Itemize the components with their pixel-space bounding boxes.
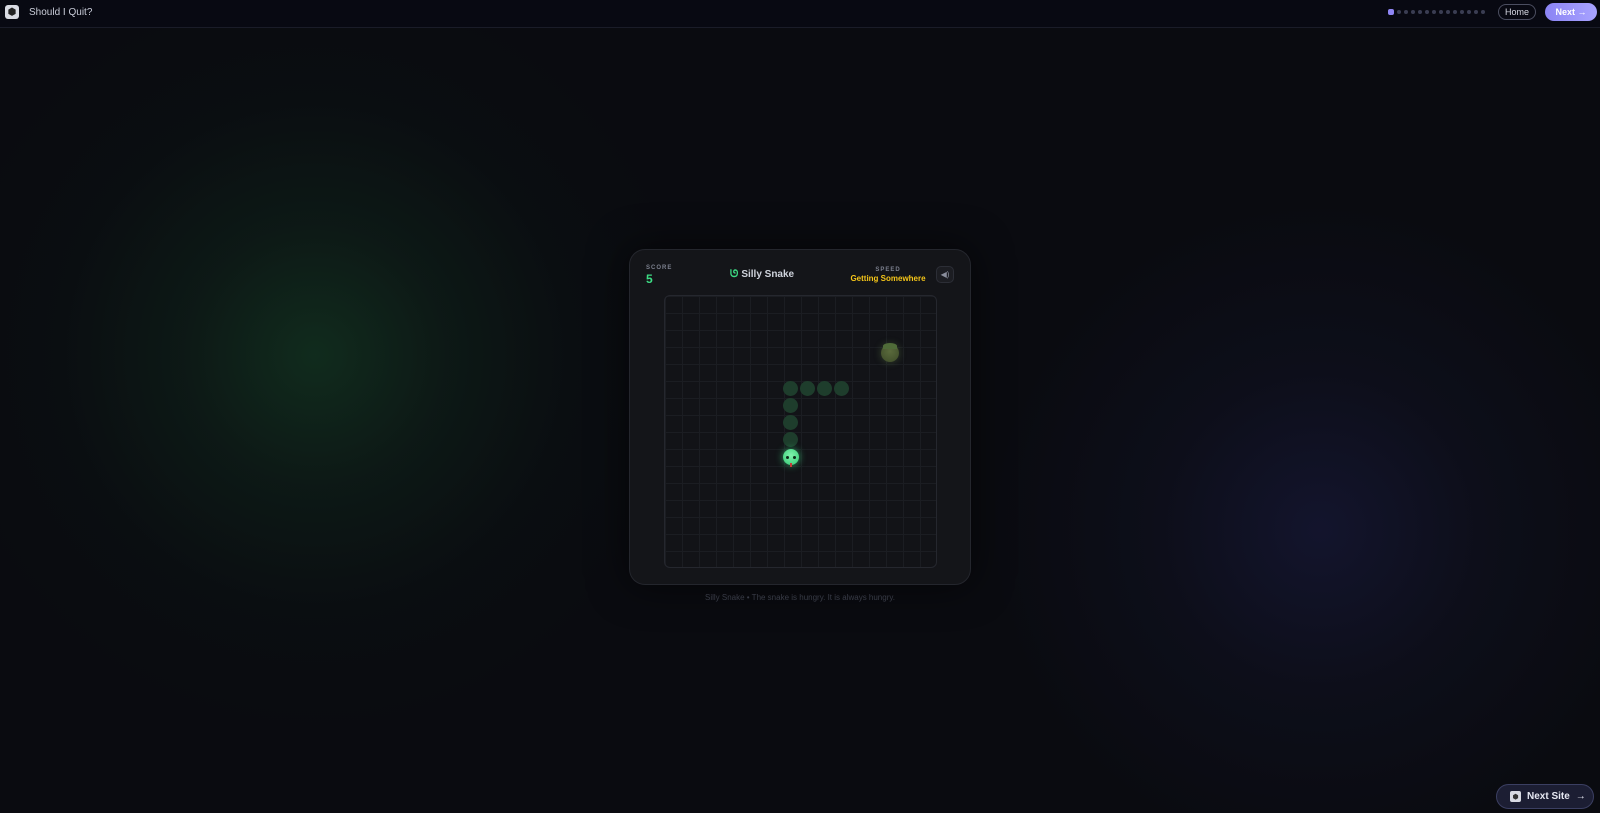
progress-dot xyxy=(1453,10,1457,14)
snake-segment xyxy=(783,415,798,430)
progress-dot xyxy=(1411,10,1415,14)
snake-segment xyxy=(783,432,798,447)
next-site-label: Next Site xyxy=(1527,791,1570,802)
progress-dot xyxy=(1439,10,1443,14)
progress-dot-active xyxy=(1388,9,1394,15)
snake-segment xyxy=(783,381,798,396)
game-board[interactable] xyxy=(664,295,937,568)
snake-head xyxy=(783,449,799,467)
snake-segment xyxy=(800,381,815,396)
progress-dot xyxy=(1418,10,1422,14)
snake-icon: ᘎ xyxy=(730,269,739,280)
arrow-right-icon: → xyxy=(1575,791,1586,802)
site-title[interactable]: Should I Quit? xyxy=(29,7,92,18)
snake-tongue xyxy=(790,463,792,467)
score-value: 5 xyxy=(646,272,653,286)
progress-dot xyxy=(1481,10,1485,14)
progress-dot xyxy=(1474,10,1478,14)
progress-dot xyxy=(1446,10,1450,14)
game-title: ᘎ Silly Snake xyxy=(730,269,810,280)
progress-dot xyxy=(1432,10,1436,14)
progress-dot xyxy=(1425,10,1429,14)
game-title-text: Silly Snake xyxy=(741,269,795,280)
snake-segment xyxy=(834,381,849,396)
snake-eye xyxy=(793,456,796,459)
dice-icon: ⬢ xyxy=(1510,791,1521,802)
progress-dot xyxy=(1397,10,1401,14)
next-button[interactable]: Next → xyxy=(1545,3,1597,21)
speed-value: Getting Somewhere xyxy=(850,274,926,283)
dice-icon[interactable]: ⬢ xyxy=(5,5,19,19)
progress-dot xyxy=(1404,10,1408,14)
sound-toggle-button[interactable]: ◀) xyxy=(936,266,954,283)
snake-eye xyxy=(786,456,789,459)
speaker-icon: ◀) xyxy=(940,270,950,279)
food-apple xyxy=(881,343,899,362)
progress-indicator xyxy=(1388,9,1485,15)
game-tagline: Silly Snake • The snake is hungry. It is… xyxy=(705,593,895,602)
speed-label: SPEED xyxy=(875,267,901,273)
game-card: SCORE 5 ᘎ Silly Snake SPEED Getting Some… xyxy=(629,249,971,585)
next-site-button[interactable]: ⬢ Next Site → xyxy=(1496,784,1594,809)
top-bar: ⬢ Should I Quit? Home Next → xyxy=(0,0,1600,28)
progress-dot xyxy=(1460,10,1464,14)
home-button[interactable]: Home xyxy=(1498,4,1536,20)
food-leaf xyxy=(883,343,897,349)
snake-segment xyxy=(783,398,798,413)
progress-dot xyxy=(1467,10,1471,14)
snake-segment xyxy=(817,381,832,396)
score-label: SCORE xyxy=(646,265,673,271)
